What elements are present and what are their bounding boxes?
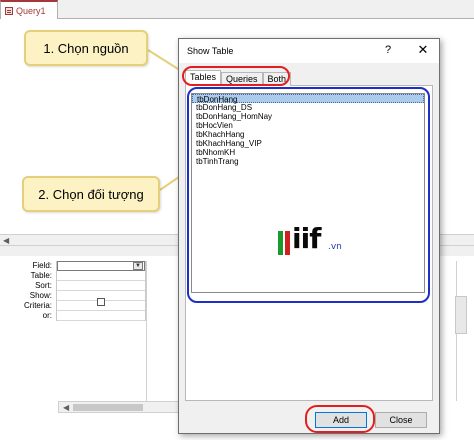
query1-tab[interactable]: Query1 [0,0,58,19]
close-icon[interactable]: ✕ [415,42,431,58]
show-table-dialog: Show Table ? ✕ Tables Queries Both tbDon… [178,38,440,434]
help-icon[interactable]: ? [381,44,395,56]
field-cell[interactable]: ▼ [57,261,145,271]
grid-column-1: ▼ [56,261,146,321]
add-highlight-annotation [305,405,375,433]
field-row-label: Field: [32,261,52,270]
scroll-left-icon[interactable]: ◀ [63,403,69,412]
document-tab-strip: Query1 [0,0,474,19]
list-highlight-annotation [187,87,430,303]
grid-row-labels: Field: Table: Sort: Show: Criteria: or: [0,261,54,321]
scroll-left-icon[interactable]: ◀ [3,236,9,245]
sort-row-label: Sort: [35,281,52,290]
grid-scrollbar[interactable]: ◀ [58,401,188,413]
dialog-title: Show Table [187,46,234,56]
criteria-row-label: Criteria: [23,301,52,310]
close-button[interactable]: Close [375,412,427,428]
table-row-label: Table: [30,271,52,280]
scrollbar-thumb[interactable] [73,404,143,411]
callout-choose-source: 1. Chọn nguồn [24,30,148,66]
query1-tab-label: Query1 [16,5,46,16]
grid-column-divider [146,261,147,401]
tabs-highlight-annotation [182,66,290,86]
sort-cell[interactable] [57,281,145,291]
query-icon [5,6,13,15]
callout-choose-object: 2. Chọn đối tượng [22,176,160,212]
table-cell[interactable] [57,271,145,281]
or-row-label: or: [42,311,52,320]
grid-vertical-scrollbar[interactable] [455,296,467,334]
show-row-label: Show: [29,291,52,300]
or-cell[interactable] [57,311,145,321]
dialog-titlebar[interactable]: Show Table ? ✕ [179,39,439,63]
show-checkbox[interactable] [97,298,105,306]
chevron-down-icon[interactable]: ▼ [133,262,143,270]
